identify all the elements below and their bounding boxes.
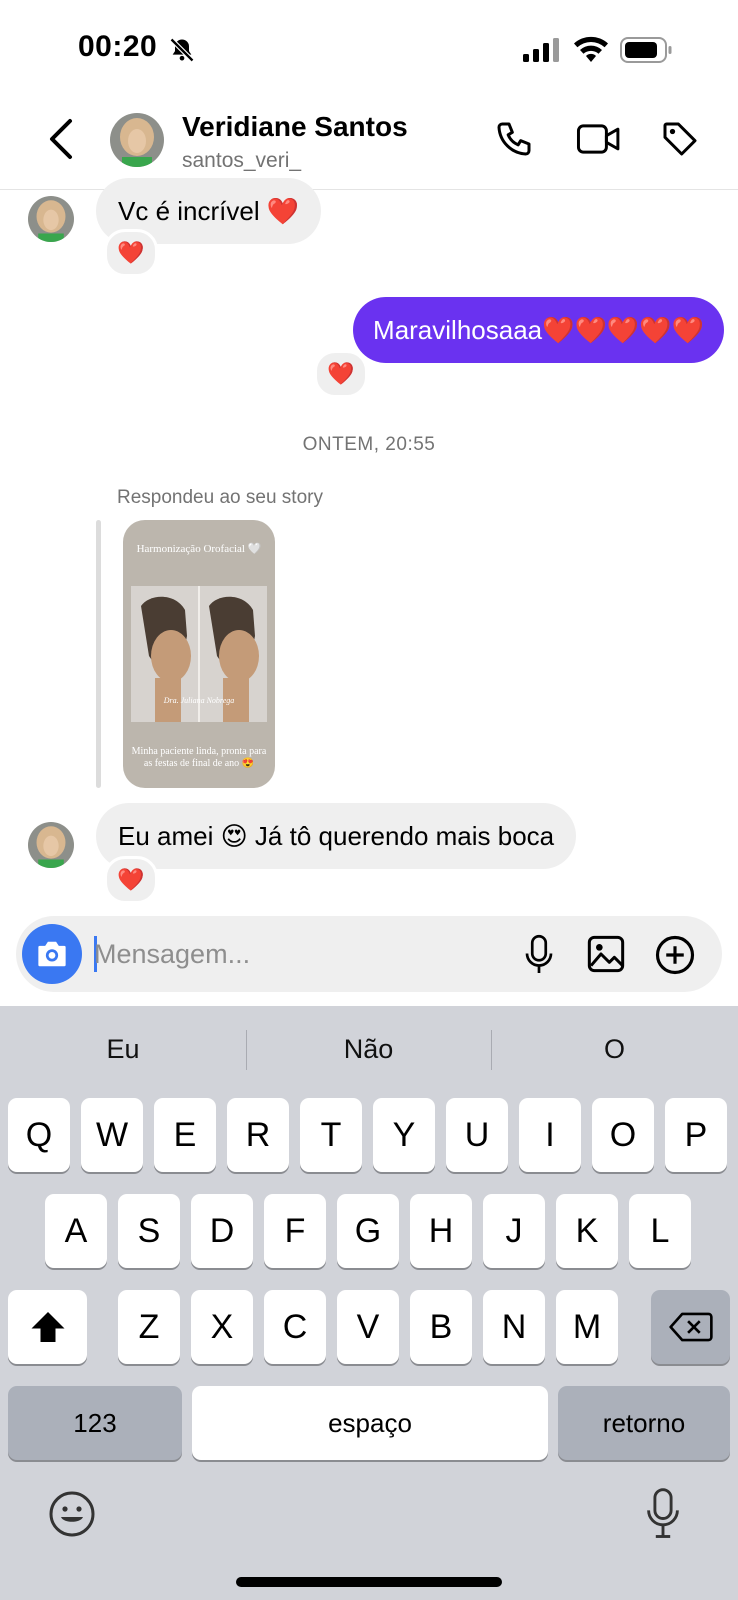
shift-icon xyxy=(31,1312,65,1342)
key-y[interactable]: Y xyxy=(373,1098,435,1172)
key-o[interactable]: O xyxy=(592,1098,654,1172)
key-m[interactable]: M xyxy=(556,1290,618,1364)
message-bubble-incoming[interactable]: Eu amei 😍 Já tô querendo mais boca xyxy=(96,803,577,869)
space-key[interactable]: espaço xyxy=(192,1386,548,1460)
key-j[interactable]: J xyxy=(483,1194,545,1268)
suggestion-1[interactable]: Eu xyxy=(0,1024,246,1074)
numbers-key[interactable]: 123 xyxy=(8,1386,182,1460)
chat-timestamp: ONTEM, 20:55 xyxy=(302,434,436,455)
home-indicator[interactable] xyxy=(236,1577,502,1587)
microphone-icon[interactable] xyxy=(524,934,554,976)
heart-reaction[interactable]: ❤️ xyxy=(104,229,158,277)
camera-icon xyxy=(38,941,66,967)
reply-quote-bar xyxy=(96,520,101,788)
signal-icon xyxy=(523,38,559,62)
story-thumbnail[interactable]: Harmonização Orofacial 🤍 Dra. Juliana No… xyxy=(123,520,275,788)
message-composer xyxy=(16,916,722,992)
emoji-icon[interactable] xyxy=(48,1490,96,1538)
message-bubble-outgoing[interactable]: Maravilhosaaa❤️❤️❤️❤️❤️ xyxy=(353,297,724,363)
key-n[interactable]: N xyxy=(483,1290,545,1364)
key-r[interactable]: R xyxy=(227,1098,289,1172)
sender-avatar[interactable] xyxy=(28,196,74,242)
key-v[interactable]: V xyxy=(337,1290,399,1364)
bell-muted-icon xyxy=(169,37,195,63)
phone-icon[interactable] xyxy=(494,119,534,159)
video-call-icon[interactable] xyxy=(576,119,622,159)
keyboard: Eu Não O Q W E R T Y U I O P A S D F G H… xyxy=(0,1006,738,1600)
key-a[interactable]: A xyxy=(45,1194,107,1268)
heart-reaction[interactable]: ❤️ xyxy=(314,350,368,398)
key-w[interactable]: W xyxy=(81,1098,143,1172)
key-x[interactable]: X xyxy=(191,1290,253,1364)
key-t[interactable]: T xyxy=(300,1098,362,1172)
back-arrow-icon[interactable] xyxy=(46,117,76,161)
key-k[interactable]: K xyxy=(556,1194,618,1268)
key-z[interactable]: Z xyxy=(118,1290,180,1364)
tag-icon[interactable] xyxy=(660,119,700,159)
contact-username[interactable]: santos_veri_ xyxy=(182,149,301,173)
key-b[interactable]: B xyxy=(410,1290,472,1364)
return-key[interactable]: retorno xyxy=(558,1386,730,1460)
chat-header: Veridiane Santos santos_veri_ xyxy=(0,95,738,190)
key-l[interactable]: L xyxy=(629,1194,691,1268)
suggestion-3[interactable]: O xyxy=(491,1024,738,1074)
backspace-icon xyxy=(669,1312,713,1342)
contact-avatar[interactable] xyxy=(110,113,164,167)
key-e[interactable]: E xyxy=(154,1098,216,1172)
key-q[interactable]: Q xyxy=(8,1098,70,1172)
status-time: 00:20 xyxy=(78,30,158,63)
story-caption: Minha paciente linda, pronta para as fes… xyxy=(131,746,267,769)
story-title: Harmonização Orofacial 🤍 xyxy=(136,543,262,555)
message-input[interactable] xyxy=(94,934,414,974)
battery-icon xyxy=(620,37,672,63)
key-d[interactable]: D xyxy=(191,1194,253,1268)
story-reply-label: Respondeu ao seu story xyxy=(117,487,323,508)
key-p[interactable]: P xyxy=(665,1098,727,1172)
plus-circle-icon[interactable] xyxy=(654,934,696,976)
wifi-icon xyxy=(574,36,608,62)
shift-key[interactable] xyxy=(8,1290,87,1364)
key-u[interactable]: U xyxy=(446,1098,508,1172)
key-f[interactable]: F xyxy=(264,1194,326,1268)
key-g[interactable]: G xyxy=(337,1194,399,1268)
key-c[interactable]: C xyxy=(264,1290,326,1364)
gallery-icon[interactable] xyxy=(586,934,626,974)
key-i[interactable]: I xyxy=(519,1098,581,1172)
story-signature: Dra. Juliana Nobrega xyxy=(163,696,235,705)
contact-name[interactable]: Veridiane Santos xyxy=(182,111,408,143)
suggestion-2[interactable]: Não xyxy=(246,1024,491,1074)
camera-button[interactable] xyxy=(22,924,82,984)
key-s[interactable]: S xyxy=(118,1194,180,1268)
backspace-key[interactable] xyxy=(651,1290,730,1364)
dictation-microphone-icon[interactable] xyxy=(645,1486,681,1542)
heart-reaction[interactable]: ❤️ xyxy=(104,856,158,904)
sender-avatar[interactable] xyxy=(28,822,74,868)
key-h[interactable]: H xyxy=(410,1194,472,1268)
